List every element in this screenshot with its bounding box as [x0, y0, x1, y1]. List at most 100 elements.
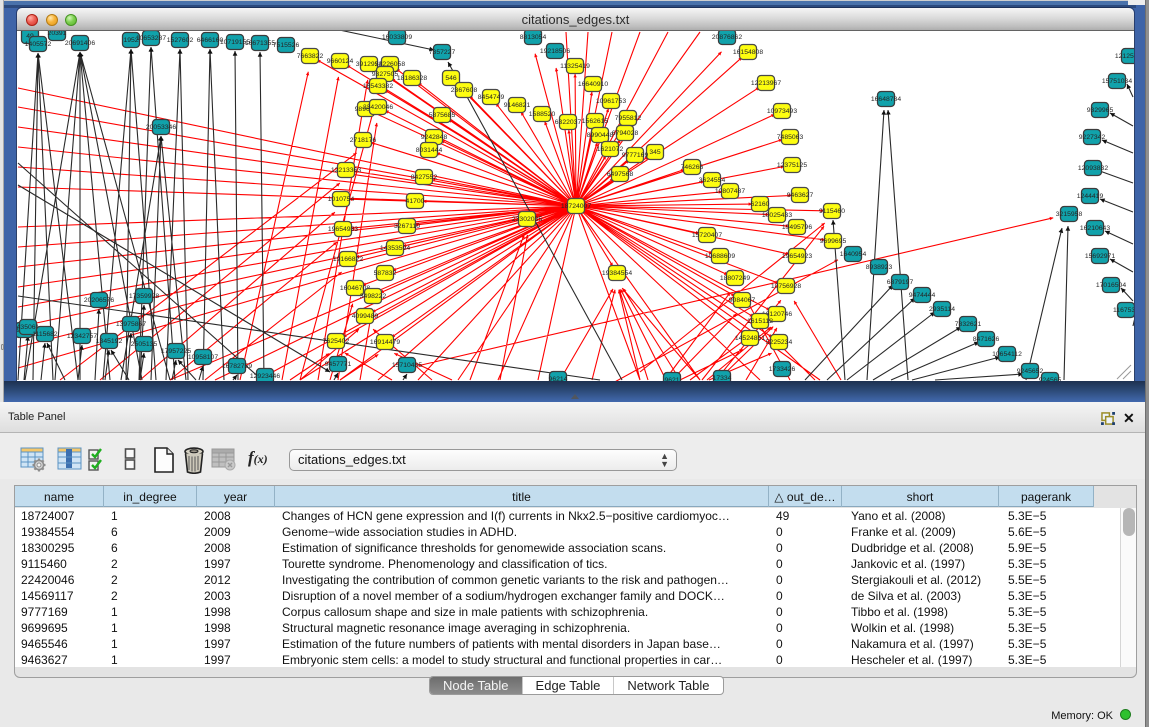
svg-text:17016504: 17016504 [1096, 282, 1126, 289]
svg-text:9327505: 9327505 [372, 71, 399, 78]
svg-text:9084067: 9084067 [729, 297, 756, 304]
svg-text:8031444: 8031444 [416, 147, 443, 154]
svg-text:12342757: 12342757 [67, 333, 97, 340]
svg-text:15720407: 15720407 [692, 232, 722, 239]
svg-text:1405572: 1405572 [25, 41, 52, 48]
svg-text:41700: 41700 [406, 198, 425, 205]
svg-text:18186328: 18186328 [397, 75, 427, 82]
svg-text:1345192: 1345192 [96, 338, 123, 345]
svg-text:9245652: 9245652 [1017, 368, 1044, 375]
svg-text:13975867: 13975867 [116, 321, 146, 328]
svg-text:16914479: 16914479 [370, 339, 400, 346]
svg-text:10973493: 10973493 [767, 108, 797, 115]
svg-text:14353594: 14353594 [380, 245, 410, 252]
svg-text:1621072: 1621072 [597, 146, 624, 153]
svg-text:3498222: 3498222 [360, 293, 387, 300]
svg-text:10654112: 10654112 [992, 351, 1022, 358]
svg-text:9463627: 9463627 [787, 192, 814, 199]
svg-text:16154808: 16154808 [733, 49, 763, 56]
svg-text:14524851: 14524851 [735, 335, 765, 342]
svg-text:9242848: 9242848 [421, 134, 448, 141]
svg-text:8427552: 8427552 [411, 174, 438, 181]
svg-text:1640954: 1640954 [840, 251, 867, 258]
svg-text:20876862: 20876862 [712, 34, 742, 41]
svg-text:9146821: 9146821 [504, 102, 531, 109]
svg-text:10025433: 10025433 [762, 212, 792, 219]
svg-text:9457771: 9457771 [325, 361, 352, 368]
svg-text:16671355: 16671355 [245, 40, 275, 47]
svg-text:1588520: 1588520 [529, 111, 556, 118]
svg-text:6497568: 6497568 [607, 171, 634, 178]
svg-text:1010754: 1010754 [328, 196, 355, 203]
svg-text:8813054: 8813054 [520, 34, 547, 41]
svg-text:1615112: 1615112 [747, 318, 773, 325]
svg-text:2935114: 2935114 [929, 306, 955, 313]
svg-text:3624554: 3624554 [699, 177, 726, 184]
svg-text:1733426: 1733426 [769, 366, 796, 373]
svg-text:6322037: 6322037 [555, 119, 582, 126]
svg-text:23302035: 23302035 [512, 216, 542, 223]
svg-text:9227342: 9227342 [1079, 134, 1106, 141]
svg-text:8938923: 8938923 [866, 264, 893, 271]
svg-text:18807249: 18807249 [720, 275, 750, 282]
svg-text:15751034: 15751034 [1102, 78, 1132, 85]
svg-text:7357227: 7357227 [429, 49, 456, 56]
svg-text:15692971: 15692971 [1085, 253, 1115, 260]
svg-text:546: 546 [445, 75, 457, 82]
svg-text:9699695: 9699695 [820, 238, 847, 245]
svg-text:8471626: 8471626 [973, 336, 1000, 343]
svg-text:1527602: 1527602 [167, 37, 194, 44]
svg-text:6794028: 6794028 [612, 130, 639, 137]
svg-text:10961753: 10961753 [596, 98, 626, 105]
svg-text:1562615: 1562615 [582, 118, 609, 125]
svg-text:5225234: 5225234 [766, 339, 793, 346]
svg-text:2367608: 2367608 [451, 87, 478, 94]
svg-text:15710485: 15710485 [392, 362, 422, 369]
svg-text:4099489: 4099489 [352, 313, 379, 320]
svg-text:1115682: 1115682 [32, 331, 58, 338]
svg-text:20053346: 20053346 [146, 124, 176, 131]
svg-text:587832: 587832 [374, 270, 397, 277]
svg-text:19166822: 19166822 [333, 256, 363, 263]
svg-text:11325419: 11325419 [560, 63, 590, 70]
svg-text:20206576: 20206576 [84, 297, 114, 304]
svg-text:16782759: 16782759 [222, 363, 252, 370]
svg-text:10958107: 10958107 [188, 354, 218, 361]
svg-text:3267110: 3267110 [394, 223, 420, 230]
svg-text:12923446: 12923446 [250, 373, 280, 380]
svg-text:23420046: 23420046 [363, 104, 393, 111]
svg-text:19384554: 19384554 [602, 270, 632, 277]
svg-text:62160: 62160 [751, 201, 770, 208]
svg-text:17359928: 17359928 [129, 293, 159, 300]
svg-text:12125419: 12125419 [1115, 53, 1134, 60]
svg-text:1244419: 1244419 [1077, 193, 1104, 200]
svg-text:19218506: 19218506 [540, 48, 570, 55]
svg-text:12213363: 12213363 [331, 167, 361, 174]
svg-text:10756928: 10756928 [771, 283, 801, 290]
svg-text:20391: 20391 [48, 31, 67, 37]
svg-text:19654933: 19654933 [328, 226, 358, 233]
svg-text:9329965: 9329965 [1087, 107, 1114, 114]
svg-text:19495796: 19495796 [782, 224, 812, 231]
svg-text:1167534: 1167534 [1113, 307, 1134, 314]
svg-text:19654923: 19654923 [782, 253, 812, 260]
svg-text:7515526: 7515526 [273, 42, 300, 49]
svg-text:12093832: 12093832 [1078, 165, 1108, 172]
svg-text:10688609: 10688609 [705, 253, 735, 260]
svg-text:9474444: 9474444 [909, 292, 936, 299]
svg-text:7625402: 7625402 [323, 338, 350, 345]
svg-text:16033809: 16033809 [382, 34, 412, 41]
svg-text:7955812: 7955812 [615, 115, 642, 122]
svg-text:16640910: 16640910 [578, 81, 608, 88]
svg-text:7832621: 7832621 [955, 321, 982, 328]
svg-text:18724007: 18724007 [561, 203, 591, 210]
svg-text:9115460: 9115460 [819, 208, 845, 215]
svg-text:746266: 746266 [681, 164, 704, 171]
svg-text:16210643: 16210643 [1080, 225, 1110, 232]
svg-text:9777169: 9777169 [622, 152, 649, 159]
svg-text:5875685: 5875685 [429, 112, 456, 119]
svg-text:8454749: 8454749 [478, 94, 505, 101]
svg-text:12213967: 12213967 [751, 80, 781, 87]
svg-text:12375125: 12375125 [777, 162, 807, 169]
svg-text:345: 345 [649, 149, 661, 156]
